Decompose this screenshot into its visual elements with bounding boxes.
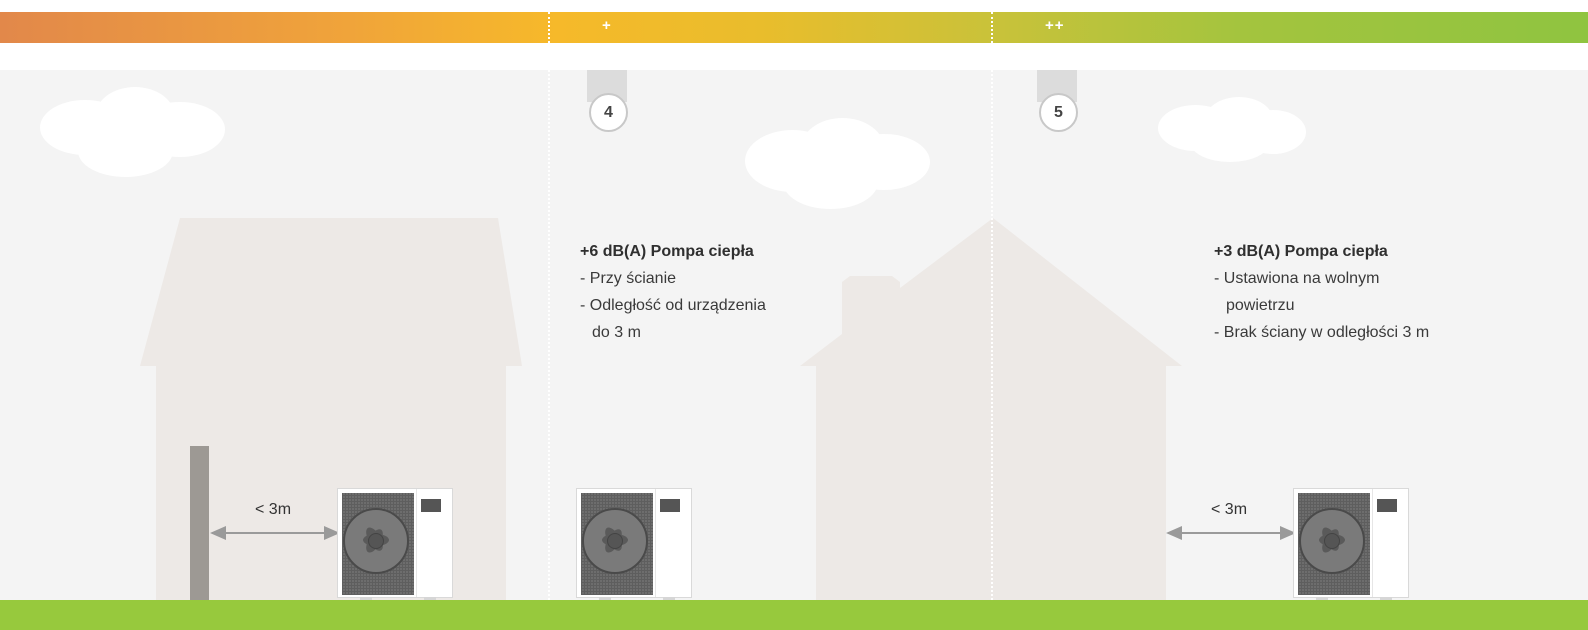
scale-divider — [991, 12, 993, 43]
heat-pump-icon — [337, 488, 453, 600]
panel-description: +6 dB(A) Pompa ciepła - Przy ścianie - O… — [580, 238, 766, 346]
noise-level-scale-bar — [0, 12, 1588, 43]
heat-pump-icon — [1293, 488, 1409, 600]
description-line: powietrzu — [1226, 297, 1295, 314]
description-line: - Ustawiona na wolnym — [1214, 270, 1380, 287]
scale-level-plus: + — [602, 17, 612, 34]
step-badge-4: 4 — [589, 93, 628, 132]
ground-strip — [0, 600, 1588, 630]
scale-divider — [548, 12, 550, 43]
double-arrow-icon — [1166, 526, 1296, 540]
illustration-scene: 4 5 +6 dB(A) Pompa ciepła - Przy ścianie… — [0, 70, 1588, 600]
description-line: - Brak ściany w odległości 3 m — [1214, 324, 1430, 341]
heat-pump-icon — [576, 488, 692, 600]
description-line: do 3 m — [592, 324, 641, 341]
distance-label: < 3m — [1211, 501, 1248, 518]
step-badge-5: 5 — [1039, 93, 1078, 132]
description-line: - Odległość od urządzenia — [580, 297, 766, 314]
scale-level-plus-plus: ++ — [1045, 17, 1065, 34]
panel-description: +3 dB(A) Pompa ciepła - Ustawiona na wol… — [1214, 238, 1429, 346]
panel-title: +6 dB(A) Pompa ciepła — [580, 243, 754, 260]
wall-icon — [190, 446, 209, 600]
panel-divider — [991, 70, 993, 600]
distance-label: < 3m — [255, 501, 292, 518]
description-line: - Przy ścianie — [580, 270, 677, 287]
double-arrow-icon — [210, 526, 340, 540]
panel-divider — [548, 70, 550, 600]
panel-title: +3 dB(A) Pompa ciepła — [1214, 243, 1388, 260]
